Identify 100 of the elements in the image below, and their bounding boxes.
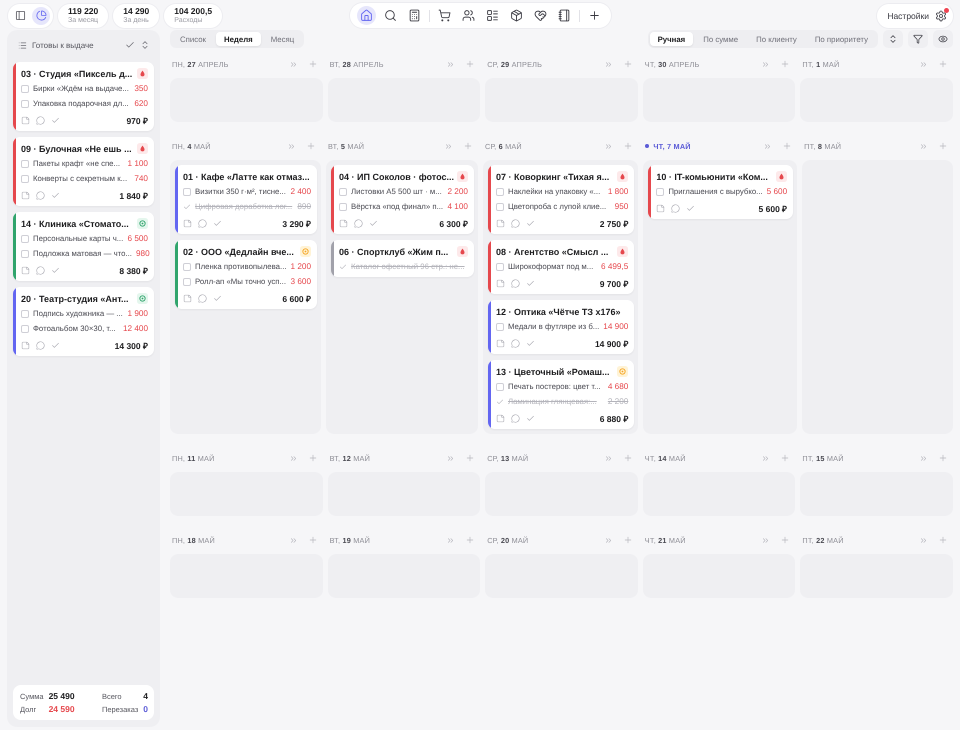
chevrons-right-icon[interactable] bbox=[446, 454, 456, 462]
chart-button[interactable] bbox=[32, 6, 50, 24]
chevrons-right-icon[interactable] bbox=[763, 142, 772, 150]
visibility-button[interactable] bbox=[933, 30, 953, 48]
check-icon[interactable] bbox=[51, 266, 60, 274]
add-icon[interactable] bbox=[938, 535, 948, 545]
note-icon[interactable] bbox=[183, 218, 192, 228]
chevrons-right-icon[interactable] bbox=[288, 60, 298, 68]
chevrons-right-icon[interactable] bbox=[919, 454, 928, 462]
note-icon[interactable] bbox=[21, 340, 30, 350]
comment-icon[interactable] bbox=[36, 340, 45, 350]
chevrons-right-icon[interactable] bbox=[288, 536, 298, 544]
sort-order-button[interactable] bbox=[883, 30, 903, 48]
check-icon[interactable] bbox=[51, 190, 60, 200]
check-icon[interactable] bbox=[369, 218, 378, 228]
add-icon[interactable] bbox=[462, 141, 473, 151]
comment-icon[interactable] bbox=[510, 278, 520, 288]
check-icon[interactable] bbox=[51, 116, 60, 124]
settings-button[interactable]: Настройки bbox=[877, 4, 953, 28]
check-icon[interactable] bbox=[51, 340, 60, 350]
checkbox[interactable] bbox=[21, 250, 29, 258]
list-icon[interactable] bbox=[18, 40, 27, 50]
comment-icon[interactable] bbox=[36, 266, 45, 274]
checkbox[interactable] bbox=[21, 234, 29, 242]
chevrons-right-icon[interactable] bbox=[604, 142, 614, 150]
note-icon[interactable] bbox=[496, 414, 505, 422]
comment-icon[interactable] bbox=[510, 338, 520, 348]
comment-icon[interactable] bbox=[36, 116, 45, 124]
chevrons-right-icon[interactable] bbox=[919, 142, 928, 150]
add-icon[interactable] bbox=[622, 59, 633, 69]
add-icon[interactable] bbox=[622, 535, 633, 545]
checkbox[interactable] bbox=[21, 160, 29, 168]
note-icon[interactable] bbox=[496, 278, 505, 288]
chevrons-right-icon[interactable] bbox=[288, 454, 298, 462]
comment-icon[interactable] bbox=[198, 294, 207, 302]
add-icon[interactable] bbox=[780, 535, 790, 545]
note-icon[interactable] bbox=[183, 294, 192, 302]
check-icon[interactable] bbox=[213, 218, 222, 228]
check-icon[interactable] bbox=[339, 262, 348, 270]
chevrons-right-icon[interactable] bbox=[604, 536, 613, 544]
note-icon[interactable] bbox=[21, 116, 30, 124]
add-icon[interactable] bbox=[623, 141, 634, 151]
chevrons-right-icon[interactable] bbox=[761, 60, 770, 68]
checkbox[interactable] bbox=[496, 202, 504, 210]
chevrons-right-icon[interactable] bbox=[444, 142, 453, 150]
checkbox[interactable] bbox=[21, 174, 29, 182]
checkbox[interactable] bbox=[656, 188, 664, 196]
checkbox[interactable] bbox=[183, 278, 191, 286]
check-icon[interactable] bbox=[526, 338, 535, 348]
check-icon[interactable] bbox=[526, 218, 535, 228]
checkbox[interactable] bbox=[21, 324, 29, 332]
add-icon[interactable] bbox=[306, 141, 316, 151]
checkbox[interactable] bbox=[183, 262, 191, 270]
check-icon[interactable] bbox=[213, 294, 222, 302]
comment-icon[interactable] bbox=[510, 218, 520, 228]
check-icon[interactable] bbox=[183, 202, 191, 210]
checkbox[interactable] bbox=[21, 310, 29, 318]
chevrons-right-icon[interactable] bbox=[919, 60, 928, 68]
add-icon[interactable] bbox=[465, 453, 476, 463]
add-icon[interactable] bbox=[938, 141, 948, 151]
add-icon[interactable] bbox=[780, 453, 790, 463]
chevrons-right-icon[interactable] bbox=[761, 536, 770, 544]
chevrons-right-icon[interactable] bbox=[604, 454, 613, 462]
add-icon[interactable] bbox=[622, 453, 633, 463]
add-icon[interactable] bbox=[465, 59, 476, 69]
comment-icon[interactable] bbox=[198, 218, 207, 228]
note-icon[interactable] bbox=[21, 266, 30, 274]
note-icon[interactable] bbox=[339, 218, 348, 228]
chevrons-right-icon[interactable] bbox=[287, 142, 296, 150]
chevrons-right-icon[interactable] bbox=[761, 454, 770, 462]
add-icon[interactable] bbox=[308, 535, 318, 545]
comment-icon[interactable] bbox=[510, 414, 520, 422]
comment-icon[interactable] bbox=[354, 218, 364, 228]
checkbox[interactable] bbox=[339, 188, 348, 196]
chevrons-right-icon[interactable] bbox=[446, 536, 456, 544]
checkbox[interactable] bbox=[496, 188, 504, 196]
chevrons-right-icon[interactable] bbox=[919, 536, 928, 544]
add-icon[interactable] bbox=[782, 141, 792, 151]
check-icon[interactable] bbox=[125, 40, 135, 50]
chevrons-right-icon[interactable] bbox=[446, 60, 456, 68]
checkbox[interactable] bbox=[496, 382, 504, 390]
home-button[interactable] bbox=[356, 6, 376, 25]
add-icon[interactable] bbox=[308, 59, 318, 69]
check-icon[interactable] bbox=[496, 398, 504, 406]
note-icon[interactable] bbox=[496, 218, 505, 228]
checkbox[interactable] bbox=[183, 188, 191, 196]
checkbox[interactable] bbox=[21, 100, 29, 108]
add-icon[interactable] bbox=[938, 59, 948, 69]
add-icon[interactable] bbox=[465, 535, 476, 545]
check-icon[interactable] bbox=[526, 414, 535, 422]
checkbox[interactable] bbox=[339, 202, 348, 210]
chevrons-right-icon[interactable] bbox=[604, 60, 613, 68]
checkbox[interactable] bbox=[496, 322, 504, 330]
check-icon[interactable] bbox=[526, 278, 535, 288]
checkbox[interactable] bbox=[496, 262, 504, 270]
note-icon[interactable] bbox=[656, 204, 666, 212]
filter-button[interactable] bbox=[908, 30, 928, 48]
checkbox[interactable] bbox=[21, 84, 29, 92]
comment-icon[interactable] bbox=[671, 204, 680, 212]
sort-icon[interactable] bbox=[140, 40, 150, 50]
